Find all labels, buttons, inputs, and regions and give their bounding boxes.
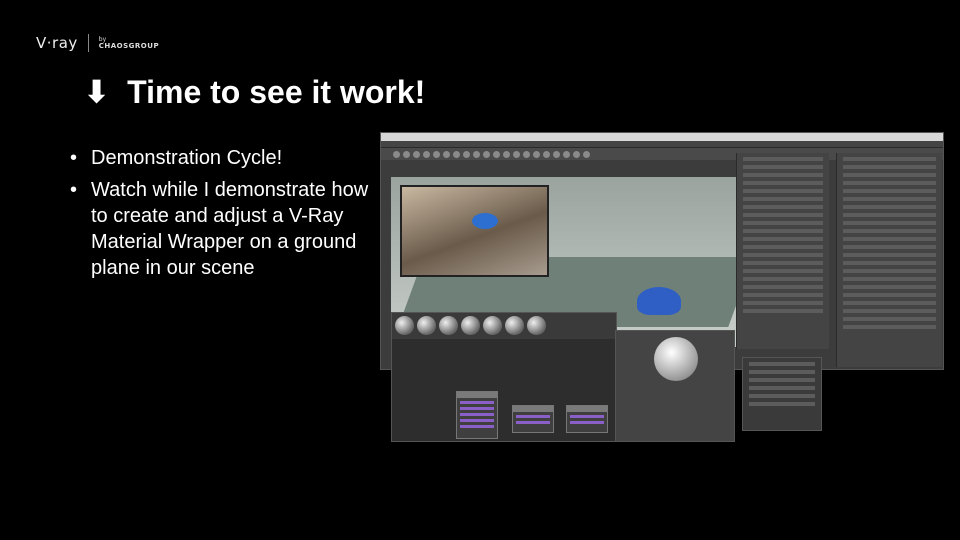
car-model <box>637 287 681 315</box>
shading-group-node <box>566 405 608 433</box>
render-window <box>400 185 549 277</box>
bullet-item: Watch while I demonstrate how to create … <box>70 177 370 281</box>
wrapper-node <box>512 405 554 433</box>
title-text: Time to see it work! <box>127 74 426 110</box>
attribute-editor <box>836 153 942 367</box>
material-node <box>456 391 498 439</box>
vray-logo: V·ray <box>36 34 78 52</box>
material-browser <box>392 313 616 339</box>
chaosgroup-logo: by CHAOSGROUP <box>99 36 159 50</box>
attribute-panel <box>736 153 829 349</box>
logo: V·ray by CHAOSGROUP <box>36 34 159 52</box>
material-preview-sphere <box>654 337 698 381</box>
arrow-down-icon: ⬇ <box>84 75 110 109</box>
logo-chaosgroup: CHAOSGROUP <box>98 42 160 50</box>
bullet-list: Demonstration Cycle! Watch while I demon… <box>70 145 370 287</box>
slide-title: ⬇ Time to see it work! <box>84 74 425 111</box>
logo-divider <box>87 34 89 52</box>
menu-bar <box>381 141 943 148</box>
bullet-item: Demonstration Cycle! <box>70 145 370 171</box>
material-preview-screenshot <box>615 330 735 442</box>
outliner-screenshot <box>742 357 822 431</box>
window-titlebar <box>381 133 943 141</box>
hypershade-screenshot <box>391 312 617 442</box>
